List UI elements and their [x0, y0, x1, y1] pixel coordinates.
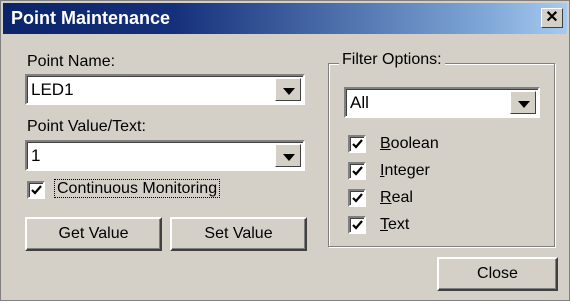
filter-selected-value: All [350, 93, 369, 112]
point-value-combobox[interactable]: 1 [25, 140, 305, 171]
point-value-value: 1 [31, 146, 41, 165]
point-name-combobox[interactable]: LED1 [25, 74, 305, 105]
point-value-label: Point Value/Text: [27, 118, 146, 135]
window-title: Point Maintenance [11, 8, 171, 28]
filter-select[interactable]: All [344, 87, 540, 118]
boolean-checkbox[interactable] [348, 135, 366, 153]
real-label[interactable]: Real [380, 189, 413, 207]
chevron-down-icon[interactable] [275, 144, 301, 167]
continuous-monitoring-checkbox[interactable] [27, 181, 45, 199]
integer-checkbox[interactable] [348, 162, 366, 180]
point-name-value: LED1 [31, 80, 74, 99]
chevron-down-icon[interactable] [275, 78, 301, 101]
text-checkbox[interactable] [348, 216, 366, 234]
real-checkbox[interactable] [348, 189, 366, 207]
checkmark-icon [31, 185, 42, 195]
close-icon[interactable]: ✕ [541, 8, 563, 28]
text-label[interactable]: Text [380, 216, 409, 234]
integer-label[interactable]: Integer [380, 162, 430, 180]
filter-options-title: Filter Options: [339, 51, 445, 69]
point-maintenance-dialog: Point Maintenance ✕ Point Name: LED1 Poi… [0, 0, 570, 301]
checkmark-icon [352, 139, 363, 149]
checkmark-icon [352, 193, 363, 203]
chevron-down-icon[interactable] [510, 91, 536, 114]
set-value-button[interactable]: Set Value [170, 217, 307, 251]
checkmark-icon [352, 166, 363, 176]
continuous-monitoring-label[interactable]: Continuous Monitoring [54, 179, 221, 198]
point-name-label: Point Name: [27, 53, 116, 70]
close-button[interactable]: Close [437, 257, 558, 291]
title-bar[interactable]: Point Maintenance ✕ [3, 3, 567, 34]
boolean-label[interactable]: Boolean [380, 135, 439, 153]
get-value-button[interactable]: Get Value [25, 217, 162, 251]
checkmark-icon [352, 220, 363, 230]
